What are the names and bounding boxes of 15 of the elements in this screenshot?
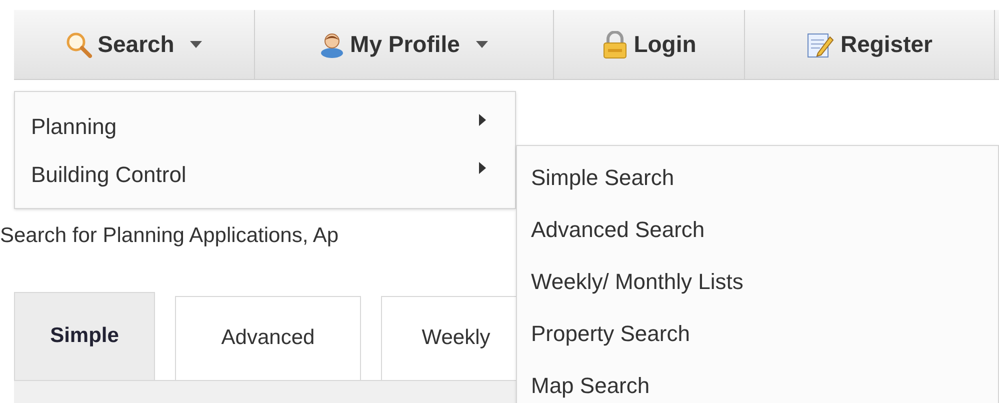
nav-menu-item[interactable]: Login bbox=[554, 10, 745, 79]
menu-item[interactable]: Building Control bbox=[15, 150, 515, 198]
submenu-item[interactable]: Advanced Search bbox=[517, 204, 998, 256]
search-icon bbox=[66, 32, 92, 58]
submenu-item[interactable]: Simple Search bbox=[517, 152, 998, 204]
nav-menu-item[interactable]: Search bbox=[14, 10, 255, 79]
nav-menu-item[interactable]: My Profile bbox=[255, 10, 554, 79]
menu-item[interactable]: Planning bbox=[15, 102, 515, 150]
tab[interactable]: Advanced bbox=[175, 296, 361, 380]
intro-text: Search for Planning Applications, Ap bbox=[0, 223, 339, 249]
tab[interactable]: Simple bbox=[14, 292, 155, 380]
note-edit-icon bbox=[806, 30, 834, 58]
person-icon bbox=[320, 32, 344, 58]
nav-menu-item[interactable]: Register bbox=[745, 10, 995, 79]
lock-icon bbox=[602, 30, 628, 58]
